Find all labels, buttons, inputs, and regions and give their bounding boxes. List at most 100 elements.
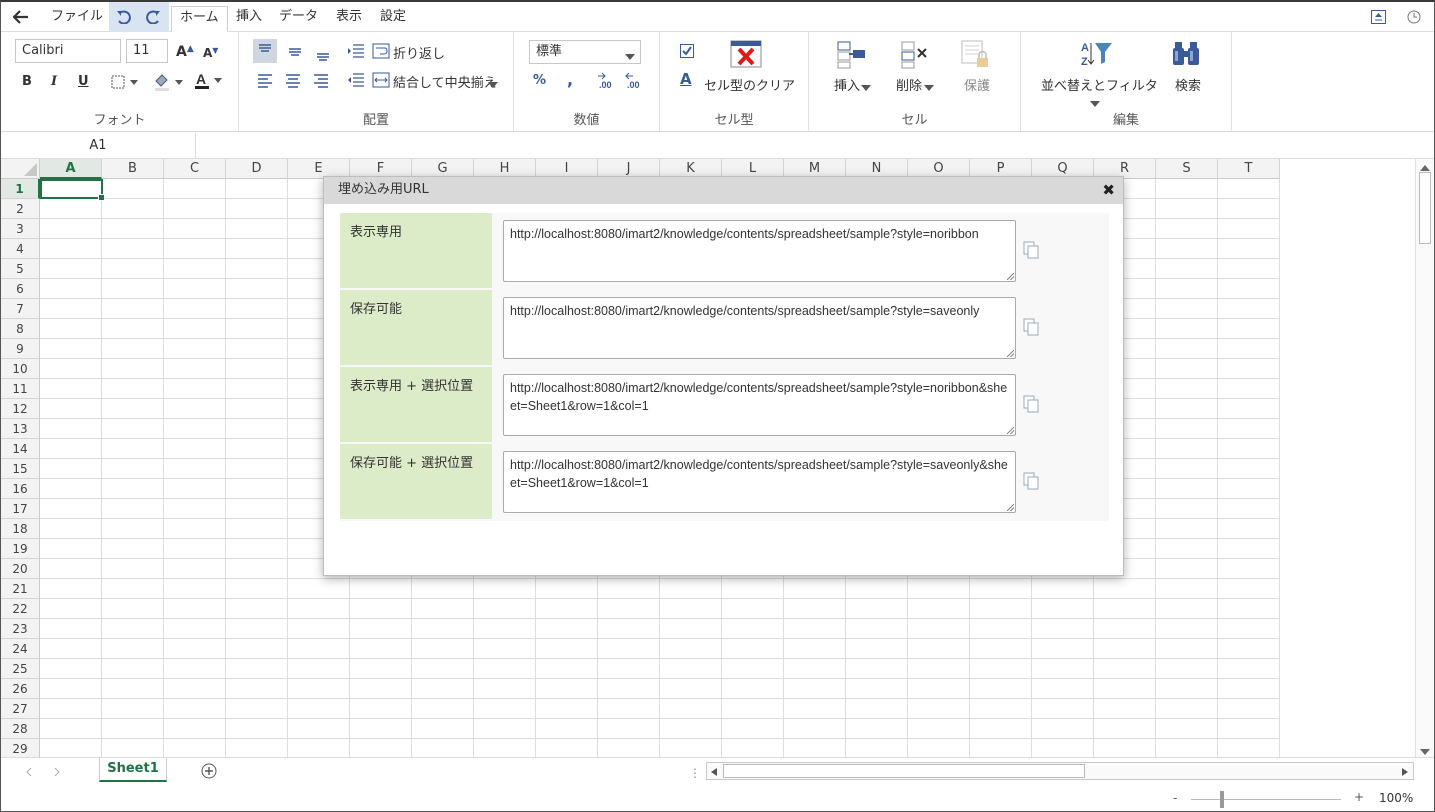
row-header[interactable]: 22	[1, 599, 40, 619]
row-header[interactable]: 11	[1, 379, 40, 399]
bold-button[interactable]: B	[22, 74, 32, 89]
row-header[interactable]: 16	[1, 479, 40, 499]
align-middle-icon[interactable]	[283, 39, 307, 66]
delete-label[interactable]: 削除	[896, 75, 922, 94]
row-header[interactable]: 29	[1, 739, 40, 757]
insert-label[interactable]: 挿入	[834, 75, 860, 94]
delete-cells-icon[interactable]	[901, 41, 931, 72]
column-header[interactable]: S	[1156, 159, 1218, 179]
delete-dropdown-icon[interactable]	[924, 80, 934, 94]
row-header[interactable]: 24	[1, 639, 40, 659]
row-header[interactable]: 2	[1, 199, 40, 219]
splitter-handle-icon[interactable]: ⋮	[689, 766, 701, 780]
row-header[interactable]: 27	[1, 699, 40, 719]
column-header[interactable]: C	[164, 159, 226, 179]
row-header[interactable]: 5	[1, 259, 40, 279]
row-header[interactable]: 18	[1, 519, 40, 539]
decrease-decimal-icon[interactable]: .00	[624, 71, 644, 92]
vertical-scroll-thumb[interactable]	[1419, 172, 1431, 244]
zoom-in-button[interactable]: +	[1354, 790, 1364, 804]
tab-data[interactable]: データ	[279, 6, 318, 30]
clear-cell-type-icon[interactable]	[730, 40, 762, 71]
row-header[interactable]: 14	[1, 439, 40, 459]
percent-button[interactable]: %	[533, 73, 546, 88]
border-icon[interactable]	[111, 75, 139, 92]
merge-center-icon[interactable]	[372, 72, 390, 91]
back-arrow-icon[interactable]	[11, 8, 31, 26]
find-label[interactable]: 検索	[1175, 75, 1201, 94]
column-header[interactable]: B	[102, 159, 164, 179]
font-size-input[interactable]: 11	[126, 39, 168, 63]
row-header[interactable]: 25	[1, 659, 40, 679]
copy-icon[interactable]	[1023, 318, 1041, 338]
tab-home[interactable]: ホーム	[171, 6, 228, 32]
font-color-icon[interactable]: A	[194, 71, 226, 94]
row-header[interactable]: 21	[1, 579, 40, 599]
cell-type-letter-icon[interactable]: A	[680, 70, 692, 88]
merge-center-label[interactable]: 結合して中央揃え	[393, 72, 497, 91]
next-sheet-icon[interactable]	[53, 766, 61, 780]
align-left-icon[interactable]	[256, 72, 274, 91]
merge-dropdown-icon[interactable]	[488, 77, 498, 91]
align-center-icon[interactable]	[284, 72, 302, 91]
collapse-ribbon-icon[interactable]	[1369, 9, 1387, 25]
column-header[interactable]: A	[40, 159, 102, 179]
font-name-input[interactable]: Calibri	[15, 39, 121, 63]
copy-icon[interactable]	[1023, 395, 1041, 415]
row-header[interactable]: 17	[1, 499, 40, 519]
add-sheet-icon[interactable]	[201, 763, 217, 782]
zoom-out-button[interactable]: -	[1173, 791, 1177, 805]
protect-sheet-icon[interactable]	[961, 40, 991, 73]
insert-dropdown-icon[interactable]	[861, 80, 871, 94]
wrap-text-icon[interactable]	[372, 43, 390, 62]
select-all-corner[interactable]	[1, 159, 40, 179]
scroll-right-icon[interactable]	[1401, 766, 1409, 780]
name-box[interactable]: A1	[1, 133, 196, 159]
row-header[interactable]: 20	[1, 559, 40, 579]
clear-cell-type-label[interactable]: セル型のクリア	[704, 75, 795, 94]
sheet-tab-sheet1[interactable]: Sheet1	[99, 758, 167, 782]
row-header[interactable]: 12	[1, 399, 40, 419]
protect-label[interactable]: 保護	[964, 75, 990, 94]
comma-button[interactable]: ,	[567, 70, 573, 89]
increase-decimal-icon[interactable]: .00	[596, 71, 616, 92]
checkbox-icon[interactable]	[680, 44, 694, 61]
column-header[interactable]: D	[226, 159, 288, 179]
row-header[interactable]: 23	[1, 619, 40, 639]
row-header[interactable]: 6	[1, 279, 40, 299]
shrink-font-icon[interactable]: A▼	[203, 46, 218, 60]
url-textarea[interactable]: http://localhost:8080/imart2/knowledge/c…	[503, 297, 1016, 359]
copy-icon[interactable]	[1023, 241, 1041, 261]
row-header[interactable]: 15	[1, 459, 40, 479]
undo-icon[interactable]	[115, 9, 133, 25]
row-header[interactable]: 3	[1, 219, 40, 239]
row-header[interactable]: 26	[1, 679, 40, 699]
active-cell-selection[interactable]	[40, 179, 105, 201]
binoculars-icon[interactable]	[1172, 41, 1200, 70]
url-textarea[interactable]: http://localhost:8080/imart2/knowledge/c…	[503, 220, 1016, 282]
horizontal-scroll-thumb[interactable]	[723, 764, 1085, 778]
close-icon[interactable]: ✖	[1102, 177, 1115, 203]
url-textarea[interactable]: http://localhost:8080/imart2/knowledge/c…	[503, 451, 1016, 513]
vertical-scrollbar[interactable]	[1415, 159, 1434, 757]
scroll-left-icon[interactable]	[710, 766, 718, 780]
row-header[interactable]: 28	[1, 719, 40, 739]
tab-view[interactable]: 表示	[336, 6, 362, 30]
zoom-slider-thumb[interactable]	[1220, 791, 1224, 808]
row-header[interactable]: 7	[1, 299, 40, 319]
row-header[interactable]: 9	[1, 339, 40, 359]
row-header[interactable]: 13	[1, 419, 40, 439]
indent-icon[interactable]	[347, 43, 365, 62]
redo-icon[interactable]	[144, 9, 162, 25]
url-textarea[interactable]: http://localhost:8080/imart2/knowledge/c…	[503, 374, 1016, 436]
row-header[interactable]: 8	[1, 319, 40, 339]
sort-filter-dropdown-icon[interactable]	[1090, 96, 1100, 110]
tab-insert[interactable]: 挿入	[236, 6, 262, 30]
column-header[interactable]: T	[1218, 159, 1280, 179]
align-bottom-icon[interactable]	[311, 40, 335, 67]
prev-sheet-icon[interactable]	[25, 766, 33, 780]
italic-button[interactable]: I	[51, 74, 57, 89]
row-header[interactable]: 1	[1, 179, 40, 199]
row-header[interactable]: 19	[1, 539, 40, 559]
fill-color-icon[interactable]	[153, 73, 187, 94]
